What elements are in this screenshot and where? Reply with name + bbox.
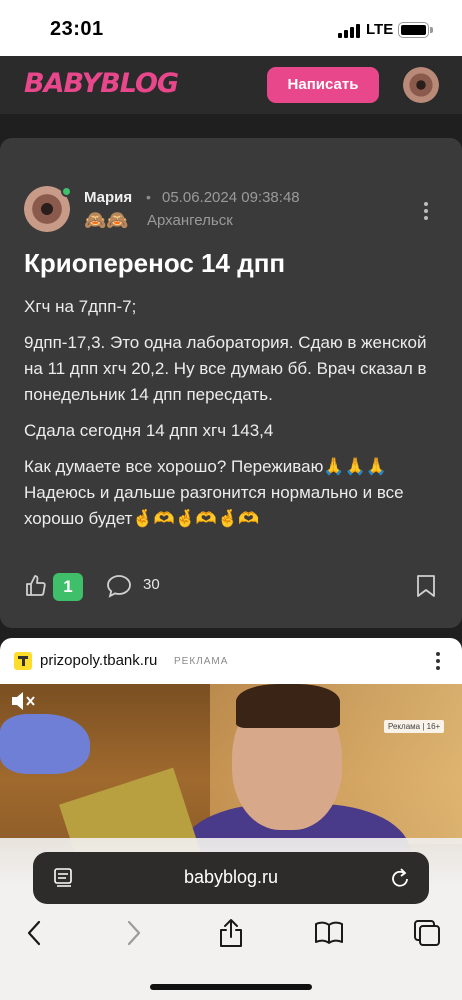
more-vertical-icon[interactable] <box>430 650 446 672</box>
post-title: Криоперенос 14 дпп <box>24 248 286 278</box>
author-name[interactable]: Мария <box>84 189 132 206</box>
post-paragraph: Как думаете все хорошо? Переживаю🙏🙏🙏 Над… <box>24 457 404 528</box>
tabs-icon[interactable] <box>412 918 442 948</box>
post-paragraph: Сдала сегодня 14 дпп хгч 143,4 <box>24 421 274 440</box>
forward-icon[interactable] <box>118 918 148 948</box>
video-person-hair <box>236 684 340 728</box>
post-paragraph: 9дпп-17,3. Это одна лаборатория. Сдаю в … <box>24 333 427 404</box>
status-bar: 23:01 LTE <box>0 0 462 56</box>
reload-icon[interactable] <box>389 866 411 890</box>
bookmark-icon[interactable] <box>416 574 436 598</box>
write-post-button[interactable]: Написать <box>267 67 379 103</box>
address-bar[interactable]: babyblog.ru <box>33 852 429 904</box>
author-badges: 🙈🙈 <box>84 210 129 230</box>
battery-icon <box>398 22 433 38</box>
ad-label: РЕКЛАМА <box>174 656 229 667</box>
bookmarks-icon[interactable] <box>314 918 344 948</box>
post-date: 05.06.2024 09:38:48 <box>162 189 300 206</box>
divider <box>0 628 462 638</box>
share-icon[interactable] <box>216 918 246 948</box>
comment-count[interactable]: 30 <box>143 576 160 593</box>
author-city: Архангельск <box>147 212 233 229</box>
app-header: BABYBLOG Написать <box>0 56 462 114</box>
back-icon[interactable] <box>20 918 50 948</box>
thumbs-up-icon[interactable] <box>24 574 48 598</box>
post-card: Мария • 05.06.2024 09:38:48 🙈🙈 Архангель… <box>0 138 462 628</box>
url-text[interactable]: babyblog.ru <box>33 867 429 888</box>
post-paragraph: Хгч на 7дпп-7; <box>24 297 137 316</box>
post-body: Хгч на 7дпп-7; 9дпп-17,3. Это одна лабор… <box>24 294 444 542</box>
signal-strength-icon <box>338 24 360 38</box>
video-ad-badge: Реклама | 16+ <box>384 720 445 733</box>
more-vertical-icon[interactable] <box>416 200 436 222</box>
divider <box>0 114 462 138</box>
home-indicator <box>150 984 312 990</box>
like-count[interactable]: 1 <box>53 573 83 601</box>
babyblog-logo[interactable]: BABYBLOG <box>24 68 179 99</box>
network-type: LTE <box>366 21 394 38</box>
status-time: 23:01 <box>50 18 104 40</box>
ad-domain[interactable]: prizopoly.tbank.ru <box>40 652 157 669</box>
browser-toolbar: babyblog.ru <box>0 838 462 1000</box>
user-avatar[interactable] <box>403 67 439 103</box>
meta-separator: • <box>146 189 151 205</box>
comment-bubble-icon[interactable] <box>106 574 132 598</box>
mute-icon[interactable] <box>10 690 36 712</box>
video-hand <box>0 714 90 774</box>
tbank-logo-icon <box>14 652 32 670</box>
online-status-icon <box>61 186 72 197</box>
